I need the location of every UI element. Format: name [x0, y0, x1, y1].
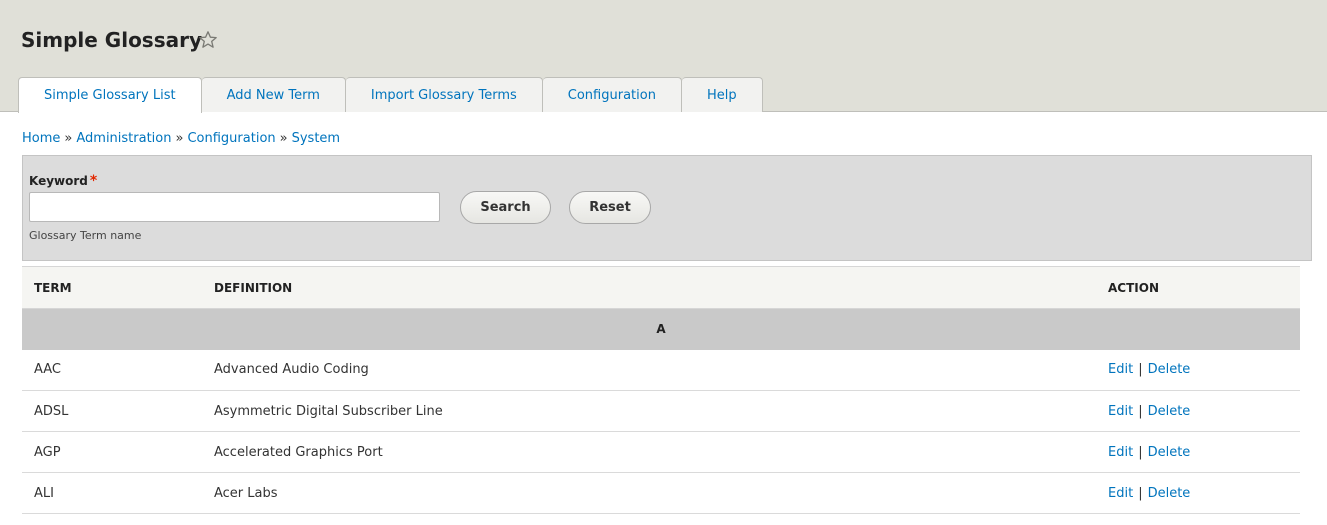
- tab-import-glossary-terms[interactable]: Import Glossary Terms: [345, 77, 543, 112]
- definition-cell: Accelerated Graphics Port: [214, 431, 1108, 473]
- action-cell: Edit | Delete: [1108, 472, 1300, 514]
- tab-add-new-term[interactable]: Add New Term: [201, 77, 346, 112]
- table-row: ALI Acer Labs Edit | Delete: [22, 472, 1300, 514]
- breadcrumb-separator: »: [279, 131, 288, 146]
- glossary-table: TERM DEFINITION ACTION A AAC Advanced Au…: [22, 266, 1300, 514]
- breadcrumb-separator: »: [175, 131, 184, 146]
- primary-tabs: Simple Glossary List Add New Term Import…: [18, 77, 763, 113]
- column-header-term: TERM: [22, 266, 214, 309]
- action-cell: Edit | Delete: [1108, 431, 1300, 473]
- breadcrumb-separator: »: [64, 131, 73, 146]
- reset-button[interactable]: Reset: [569, 191, 651, 224]
- delete-link[interactable]: Delete: [1148, 362, 1191, 377]
- breadcrumb-home-link[interactable]: Home: [22, 131, 60, 146]
- table-row: ADSL Asymmetric Digital Subscriber Line …: [22, 390, 1300, 432]
- breadcrumb: Home» Administration» Configuration» System: [22, 131, 340, 146]
- tab-help[interactable]: Help: [681, 77, 763, 112]
- breadcrumb-system-link[interactable]: System: [292, 131, 340, 146]
- search-button[interactable]: Search: [460, 191, 551, 224]
- delete-link[interactable]: Delete: [1148, 404, 1191, 419]
- page-header: Simple Glossary Simple Glossary List Add…: [0, 0, 1327, 113]
- keyword-input[interactable]: [29, 192, 440, 222]
- table-row: AAC Advanced Audio Coding Edit | Delete: [22, 349, 1300, 391]
- term-cell: ADSL: [22, 390, 214, 432]
- action-cell: Edit | Delete: [1108, 390, 1300, 432]
- action-cell: Edit | Delete: [1108, 349, 1300, 391]
- delete-link[interactable]: Delete: [1148, 445, 1191, 460]
- edit-link[interactable]: Edit: [1108, 404, 1133, 419]
- letter-group-row: A: [22, 308, 1300, 350]
- breadcrumb-configuration-link[interactable]: Configuration: [187, 131, 275, 146]
- required-marker: *: [89, 173, 98, 189]
- action-separator: |: [1138, 485, 1143, 501]
- edit-link[interactable]: Edit: [1108, 362, 1133, 377]
- column-header-action: ACTION: [1108, 266, 1300, 309]
- keyword-label-text: Keyword: [29, 174, 88, 188]
- edit-link[interactable]: Edit: [1108, 486, 1133, 501]
- definition-cell: Acer Labs: [214, 472, 1108, 514]
- breadcrumb-administration-link[interactable]: Administration: [76, 131, 171, 146]
- action-separator: |: [1138, 403, 1143, 419]
- page-title: Simple Glossary: [21, 28, 203, 52]
- table-header-row: TERM DEFINITION ACTION: [22, 266, 1300, 309]
- delete-link[interactable]: Delete: [1148, 486, 1191, 501]
- search-form: Keyword * Glossary Term name Search Reset: [22, 155, 1312, 261]
- term-cell: AGP: [22, 431, 214, 473]
- action-separator: |: [1138, 362, 1143, 378]
- action-separator: |: [1138, 444, 1143, 460]
- column-header-definition: DEFINITION: [214, 266, 1108, 309]
- keyword-description: Glossary Term name: [29, 229, 142, 242]
- term-cell: ALI: [22, 472, 214, 514]
- edit-link[interactable]: Edit: [1108, 445, 1133, 460]
- star-icon[interactable]: [198, 30, 218, 50]
- tab-simple-glossary-list[interactable]: Simple Glossary List: [18, 77, 202, 113]
- definition-cell: Asymmetric Digital Subscriber Line: [214, 390, 1108, 432]
- tab-configuration[interactable]: Configuration: [542, 77, 682, 112]
- definition-cell: Advanced Audio Coding: [214, 349, 1108, 391]
- table-row: AGP Accelerated Graphics Port Edit | Delet…: [22, 431, 1300, 473]
- letter-group-label: A: [22, 308, 1300, 350]
- keyword-label: Keyword *: [29, 173, 97, 189]
- term-cell: AAC: [22, 349, 214, 391]
